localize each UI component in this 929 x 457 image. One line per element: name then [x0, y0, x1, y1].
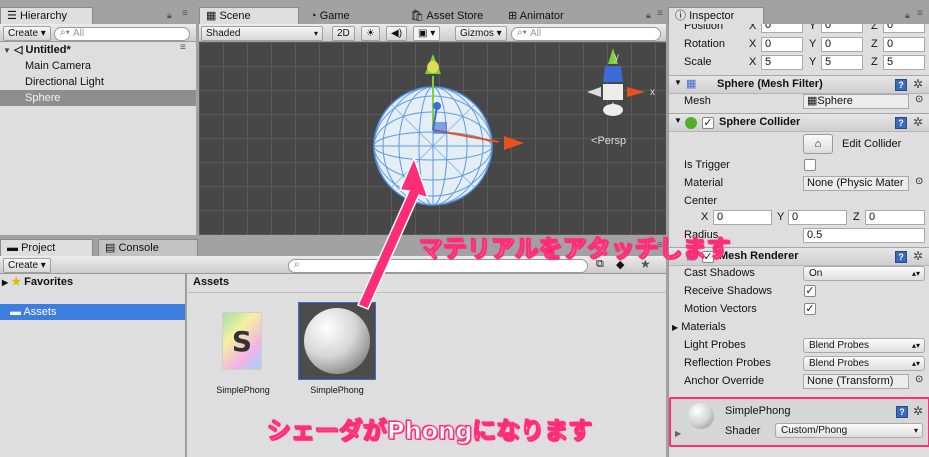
- annotation-arrow: [356, 155, 430, 310]
- shader-phong-annotation: シェーダがPhongになります: [266, 417, 593, 446]
- attach-material-annotation: マテリアルをアタッチします: [419, 235, 732, 264]
